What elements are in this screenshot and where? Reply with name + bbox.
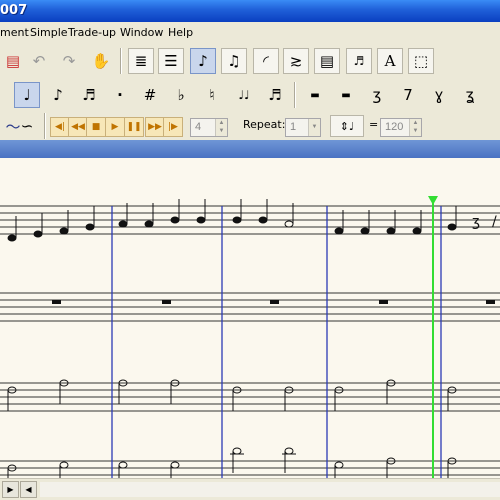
menu-trade-up[interactable]: Trade-up bbox=[68, 26, 116, 39]
menu-document[interactable]: ment bbox=[0, 26, 29, 39]
window-title: 007 bbox=[0, 3, 28, 18]
svg-text:/: / bbox=[492, 214, 497, 230]
page-icon[interactable]: ☰ bbox=[158, 48, 184, 74]
thirtysecond-rest-icon[interactable]: ʓ bbox=[457, 82, 483, 108]
tempo-value: 4 bbox=[195, 121, 202, 133]
svg-text:ʒ: ʒ bbox=[472, 214, 480, 230]
staff-2-rests bbox=[52, 300, 495, 304]
eighth-note-icon[interactable]: ♪ bbox=[45, 82, 71, 108]
stepper-arrows-icon[interactable]: ▲ ▼ bbox=[409, 119, 421, 136]
print-icon[interactable]: ▤ bbox=[0, 48, 26, 74]
beamed-notes-icon[interactable]: ♫ bbox=[221, 48, 247, 74]
document-tab-strip bbox=[0, 140, 500, 158]
barlines bbox=[111, 206, 442, 478]
rewind-start-icon[interactable]: ◀| bbox=[50, 117, 70, 137]
playback-cursor[interactable] bbox=[428, 196, 438, 478]
tempo-note-icon[interactable]: ⇕♩ bbox=[330, 115, 364, 137]
staff-icon[interactable]: ≣ bbox=[128, 48, 154, 74]
fast-forward-icon[interactable]: ▶▶ bbox=[145, 117, 165, 137]
redo-icon[interactable]: ↷ bbox=[56, 48, 82, 74]
bpm-stepper[interactable]: 120 ▲ ▼ bbox=[380, 118, 422, 137]
text-icon[interactable]: A bbox=[377, 48, 403, 74]
staff-2 bbox=[0, 292, 500, 322]
guitar-icon[interactable]: ♬ bbox=[346, 48, 372, 74]
staff-1 bbox=[0, 205, 500, 235]
note-tool-icon[interactable]: ♪ bbox=[190, 48, 216, 74]
staff-4-notes bbox=[7, 447, 457, 478]
dot-icon[interactable]: · bbox=[107, 82, 133, 108]
score-svg: ʒ / bbox=[0, 196, 500, 478]
staff-3 bbox=[0, 382, 500, 412]
notes-toolbar: ♩ ♪ ♬ · # ♭ ♮ ♩♩ ♬ ▬ ▬ ʒ 7 ɣ ʓ bbox=[0, 79, 500, 111]
forward-end-icon[interactable]: |▶ bbox=[163, 117, 183, 137]
menu-simple[interactable]: Simple bbox=[30, 26, 68, 39]
curve-tool-icon[interactable]: ∽ bbox=[14, 113, 40, 139]
scroll-left-arrow-icon[interactable]: ◀ bbox=[20, 481, 37, 498]
layout-icon[interactable]: ▤ bbox=[314, 48, 340, 74]
tempo-stepper[interactable]: 4 ▲ ▼ bbox=[190, 118, 228, 137]
toolbar-separator bbox=[120, 48, 122, 74]
equals-label: = bbox=[369, 118, 379, 131]
slur-icon[interactable]: ◜ bbox=[253, 48, 279, 74]
main-toolbar: ▤ ↶ ↷ ✋ ≣ ☰ ♪ ♫ ◜ ≳ ▤ ♬ A ⬚ bbox=[0, 45, 500, 77]
undo-icon[interactable]: ↶ bbox=[26, 48, 52, 74]
sharp-icon[interactable]: # bbox=[137, 82, 163, 108]
title-bar: 007 bbox=[0, 0, 500, 22]
play-icon[interactable]: ▶ bbox=[105, 117, 125, 137]
menu-window[interactable]: Window bbox=[120, 26, 163, 39]
repeat-select[interactable]: 1 ▼ bbox=[285, 118, 321, 137]
staff-3-notes bbox=[7, 379, 457, 411]
sixteenth-rest-icon[interactable]: ɣ bbox=[426, 82, 452, 108]
bpm-value: 120 bbox=[385, 121, 404, 133]
toolbar-separator bbox=[294, 82, 296, 108]
half-rest-icon[interactable]: ▬ bbox=[333, 82, 359, 108]
toolbar-separator bbox=[44, 113, 46, 139]
natural-icon[interactable]: ♮ bbox=[199, 82, 225, 108]
quarter-rest-icon[interactable]: ʒ bbox=[364, 82, 390, 108]
repeat-label: Repeat: bbox=[243, 118, 286, 131]
sixteenth-note-icon[interactable]: ♬ bbox=[76, 82, 102, 108]
rewind-icon[interactable]: ◀◀ bbox=[68, 117, 88, 137]
tie-icon[interactable]: ♩♩ bbox=[231, 82, 257, 108]
scrollbar-track[interactable] bbox=[40, 482, 500, 497]
pause-icon[interactable]: ❚❚ bbox=[124, 117, 144, 137]
quarter-note-icon[interactable]: ♩ bbox=[14, 82, 40, 108]
whole-rest-icon[interactable]: ▬ bbox=[302, 82, 328, 108]
eighth-rest-icon[interactable]: 7 bbox=[395, 82, 421, 108]
flat-icon[interactable]: ♭ bbox=[168, 82, 194, 108]
expression-icon[interactable]: ≳ bbox=[283, 48, 309, 74]
chevron-down-icon[interactable]: ▼ bbox=[308, 119, 320, 136]
playback-toolbar: 〜 ∽ ◀| ◀◀ ■ ▶ ❚❚ ▶▶ |▶ 4 ▲ ▼ Repeat: 1 ▼ … bbox=[0, 112, 500, 140]
staff-4 bbox=[0, 460, 500, 476]
selection-icon[interactable]: ⬚ bbox=[408, 48, 434, 74]
menu-bar: ment Simple Trade-up Window Help bbox=[0, 24, 500, 42]
repeat-value: 1 bbox=[290, 121, 297, 133]
hand-icon[interactable]: ✋ bbox=[88, 48, 114, 74]
scroll-left-icon[interactable]: ▶ bbox=[2, 481, 19, 498]
menu-help[interactable]: Help bbox=[168, 26, 193, 39]
stepper-arrows-icon[interactable]: ▲ ▼ bbox=[215, 119, 227, 136]
score-canvas[interactable]: ʒ / bbox=[0, 158, 500, 478]
stop-icon[interactable]: ■ bbox=[86, 117, 106, 137]
horizontal-scrollbar[interactable]: ▶ ◀ bbox=[0, 478, 500, 500]
tuplet-icon[interactable]: ♬ bbox=[262, 82, 288, 108]
